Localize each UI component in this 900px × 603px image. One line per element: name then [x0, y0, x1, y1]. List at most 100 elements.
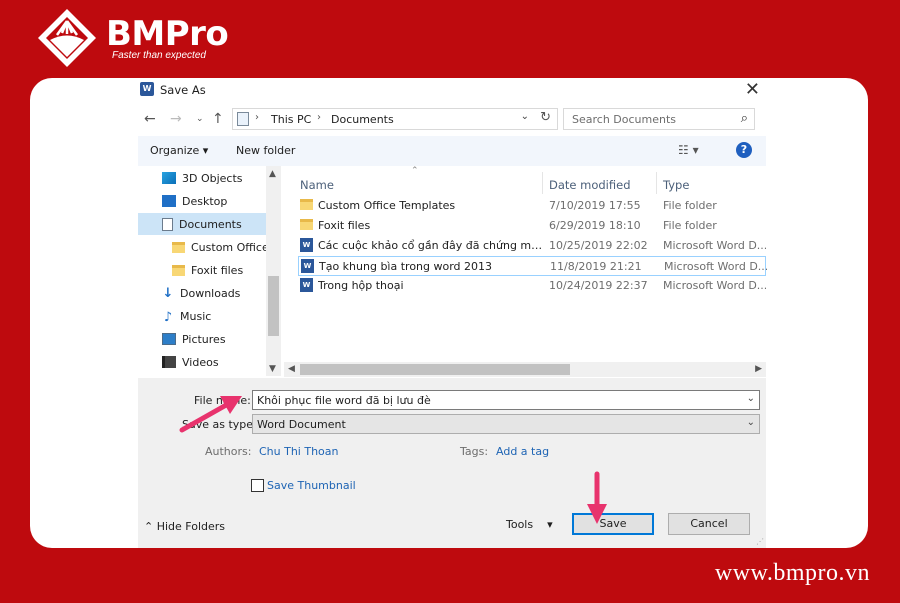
chevron-down-icon[interactable]: ⌄ [747, 417, 755, 428]
refresh-icon[interactable]: ↻ [540, 110, 551, 125]
file-type: Microsoft Word D... [663, 279, 766, 292]
authors-label: Authors: [205, 445, 252, 458]
save-thumbnail-checkbox[interactable] [251, 479, 264, 492]
save-thumbnail-label[interactable]: Save Thumbnail [267, 479, 356, 492]
file-row-cac-cuoc-khao-co[interactable]: W Các cuộc khảo cổ gần đây đã chứng min.… [298, 236, 766, 256]
forward-arrow-icon[interactable]: → [170, 111, 182, 127]
nav-item-downloads[interactable]: ↓ Downloads [162, 282, 266, 304]
authors-value[interactable]: Chu Thi Thoan [259, 445, 339, 458]
file-row-tao-khung-bia[interactable]: W Tạo khung bìa trong word 2013 11/8/201… [298, 256, 767, 276]
cancel-button[interactable]: Cancel [668, 513, 750, 535]
music-icon: ♪ [163, 310, 173, 325]
file-type: File folder [663, 219, 717, 232]
nav-item-foxit-files[interactable]: Foxit files [172, 259, 266, 281]
nav-item-3d-objects[interactable]: 3D Objects [162, 167, 266, 189]
desktop-icon [162, 195, 176, 207]
save-as-type-select[interactable]: Word Document ⌄ [252, 414, 760, 434]
column-header-name[interactable]: Name [300, 178, 334, 192]
tools-menu[interactable]: Tools ▾ [506, 518, 553, 531]
annotation-arrow-file-name [179, 396, 242, 433]
file-type: Microsoft Word D... [664, 260, 767, 273]
back-arrow-icon[interactable]: ← [144, 111, 156, 127]
dialog-title: Save As [160, 83, 206, 97]
add-tag-link[interactable]: Add a tag [496, 445, 549, 458]
file-list: ⌃ Name Date modified Type Custom Office … [296, 166, 767, 376]
scroll-right-icon[interactable]: ▶ [755, 364, 762, 374]
organize-button[interactable]: Organize ▾ [150, 144, 208, 157]
nav-item-label: Downloads [180, 286, 241, 300]
nav-item-desktop[interactable]: Desktop [162, 190, 266, 212]
file-row-custom-office-templates[interactable]: Custom Office Templates 7/10/2019 17:55 … [298, 196, 766, 216]
file-date: 10/24/2019 22:37 [549, 279, 648, 292]
nav-item-custom-office[interactable]: Custom Office [172, 236, 266, 258]
column-separator [656, 172, 657, 194]
help-icon[interactable]: ? [736, 142, 752, 158]
word-document-icon: W [301, 259, 314, 273]
file-name: Các cuộc khảo cổ gần đây đã chứng min... [318, 239, 543, 252]
column-header-type[interactable]: Type [663, 178, 689, 192]
search-box[interactable]: Search Documents ⌕ [563, 108, 755, 130]
resize-grip-icon[interactable]: ⋰ [756, 537, 764, 546]
navigation-pane: 3D Objects Desktop Documents Custom Offi… [138, 166, 281, 376]
word-document-icon: W [300, 278, 313, 292]
scrollbar-thumb[interactable] [300, 364, 570, 375]
hide-folders-button[interactable]: ⌃ Hide Folders [144, 520, 225, 533]
file-name: Foxit files [318, 219, 371, 232]
command-bar: Organize ▾ New folder ☷ ▾ ? [138, 136, 766, 166]
search-input[interactable]: Search Documents [572, 113, 676, 126]
breadcrumb-chevron-icon: › [255, 112, 259, 123]
tags-label: Tags: [460, 445, 489, 458]
nav-item-label: Pictures [182, 332, 226, 346]
chevron-down-icon[interactable]: ⌄ [747, 393, 755, 404]
nav-item-documents[interactable]: Documents [138, 213, 266, 235]
file-date: 10/25/2019 22:02 [549, 239, 648, 252]
word-app-icon: W [140, 82, 154, 96]
scroll-up-icon[interactable]: ▲ [269, 169, 276, 179]
scrollbar-thumb[interactable] [268, 276, 279, 336]
view-options-icon[interactable]: ☷ ▾ [678, 143, 699, 157]
close-button[interactable]: ✕ [745, 79, 760, 100]
file-name-value: Khôi phục file word đã bị lưu đè [257, 394, 431, 407]
breadcrumb-this-pc[interactable]: This PC [271, 113, 311, 126]
nav-item-label: Desktop [182, 194, 228, 208]
file-row-foxit-files[interactable]: Foxit files 6/29/2019 18:10 File folder [298, 216, 766, 236]
nav-item-label: Foxit files [191, 263, 244, 277]
word-document-icon: W [300, 238, 313, 252]
website-url: www.bmpro.vn [714, 560, 870, 586]
column-header-date-modified[interactable]: Date modified [549, 178, 631, 192]
file-list-horizontal-scrollbar[interactable]: ◀ ▶ [284, 362, 766, 377]
file-type: File folder [663, 199, 717, 212]
brand-header: BMPro Faster than expected [36, 6, 229, 70]
save-as-dialog: W Save As ✕ ← → ⌄ ↑ › This PC › Document… [138, 78, 767, 548]
nav-item-label: Documents [179, 217, 242, 231]
nav-item-pictures[interactable]: Pictures [162, 328, 266, 350]
nav-item-label: 3D Objects [182, 171, 243, 185]
recent-locations-chevron-icon[interactable]: ⌄ [196, 114, 204, 124]
breadcrumb-documents[interactable]: Documents [331, 113, 394, 126]
folder-icon [172, 264, 185, 276]
navigation-pane-scrollbar[interactable]: ▲ ▼ [266, 166, 281, 376]
search-icon: ⌕ [740, 111, 748, 126]
downloads-icon: ↓ [162, 285, 174, 301]
file-row-trong-hop-thoai[interactable]: W Trong hộp thoại 10/24/2019 22:37 Micro… [298, 276, 766, 296]
new-folder-button[interactable]: New folder [236, 144, 295, 157]
scroll-left-icon[interactable]: ◀ [288, 364, 295, 374]
organize-label: Organize [150, 144, 200, 157]
file-name: Trong hộp thoại [318, 279, 404, 292]
folder-icon [300, 219, 313, 230]
file-name-input[interactable]: Khôi phục file word đã bị lưu đè ⌄ [252, 390, 760, 410]
address-dropdown-icon[interactable]: ⌄ [521, 111, 529, 122]
nav-item-music[interactable]: ♪ Music [162, 305, 266, 327]
breadcrumb-chevron-icon: › [317, 112, 321, 123]
address-bar[interactable]: › This PC › Documents ⌄ ↻ [232, 108, 558, 130]
scroll-down-icon[interactable]: ▼ [269, 364, 276, 374]
documents-icon [162, 217, 173, 231]
up-arrow-icon[interactable]: ↑ [212, 111, 224, 127]
nav-item-videos[interactable]: Videos [162, 351, 266, 373]
tools-label: Tools [506, 518, 534, 531]
file-date: 6/29/2019 18:10 [549, 219, 641, 232]
hide-folders-label: Hide Folders [156, 520, 226, 533]
sort-ascending-icon: ⌃ [411, 166, 419, 176]
dialog-titlebar: W Save As ✕ [138, 78, 766, 102]
navigation-bar: ← → ⌄ ↑ › This PC › Documents ⌄ ↻ Search… [138, 108, 766, 132]
